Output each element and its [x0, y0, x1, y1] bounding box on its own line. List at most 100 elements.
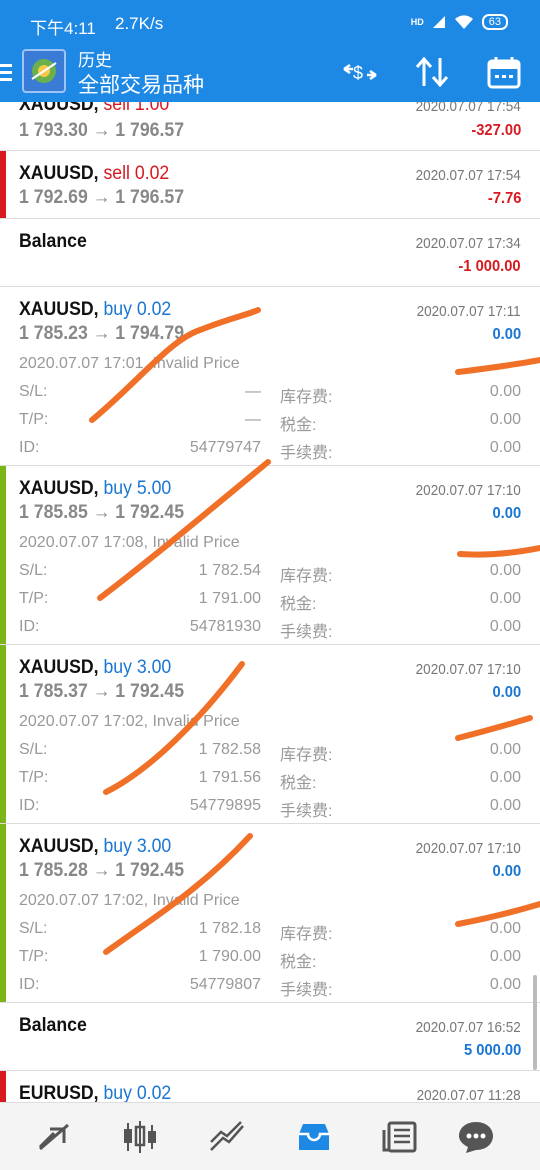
list-item[interactable]: XAUUSD, sell 0.02 1 792.69 → 1 796.57 20… — [0, 151, 540, 219]
profit: 0.00 — [492, 505, 521, 522]
list-item[interactable]: Balance 2020.07.07 17:34 -1 000.00 — [0, 219, 540, 287]
history-icon[interactable] — [294, 1119, 334, 1155]
quotes-icon[interactable] — [120, 1119, 160, 1155]
symbol: EURUSD, — [19, 1083, 99, 1102]
tax-value: 0.00 — [489, 769, 521, 786]
symbol: XAUUSD, — [19, 163, 99, 184]
tax-label: 税金: — [280, 954, 317, 971]
status-bar-indicator — [0, 151, 6, 218]
tp-label: T/P: — [19, 948, 49, 965]
symbol-filter[interactable]: 全部交易品种 — [78, 69, 204, 99]
id-value: 54781930 — [189, 618, 261, 635]
profit: -7.76 — [487, 190, 521, 207]
symbol: Balance — [19, 231, 87, 252]
profit: 0.00 — [492, 684, 521, 701]
prices: 1 785.85 → 1 792.45 — [19, 502, 185, 523]
symbol: XAUUSD, — [19, 478, 99, 499]
swap-value: 0.00 — [489, 741, 521, 758]
currency-exchange-icon[interactable]: $ — [340, 54, 380, 90]
list-item[interactable]: XAUUSD, sell 1.00 1 793.30 → 1 796.57 20… — [0, 102, 540, 151]
news-icon[interactable] — [380, 1119, 420, 1155]
datetime: 2020.07.07 17:10 — [415, 840, 521, 857]
prices: 1 785.28 → 1 792.45 — [19, 860, 185, 881]
fee-value: 0.00 — [489, 618, 521, 635]
trade-icon[interactable] — [34, 1119, 74, 1155]
tp-value: 1 790.00 — [198, 948, 261, 965]
sl-label: S/L: — [19, 741, 48, 758]
status-bar-indicator — [0, 1071, 6, 1102]
id-label: ID: — [19, 976, 40, 993]
profit: -1 000.00 — [458, 258, 521, 275]
datetime: 2020.07.07 17:11 — [416, 303, 521, 320]
order-comment: 2020.07.07 17:01, Invalid Price — [19, 355, 240, 372]
swap-label: 库存费: — [280, 747, 333, 764]
datetime: 2020.07.07 17:10 — [415, 482, 521, 499]
scrollbar[interactable] — [533, 975, 537, 1070]
tp-value: — — [245, 411, 261, 428]
profit: -327.00 — [471, 122, 521, 139]
list-item[interactable]: XAUUSD, buy 3.00 1 785.28 → 1 792.45 202… — [0, 824, 540, 1003]
order-comment: 2020.07.07 17:02, Invalid Price — [19, 892, 240, 909]
sl-value: 1 782.58 — [198, 741, 261, 758]
list-item[interactable]: XAUUSD, buy 3.00 1 785.37 → 1 792.45 202… — [0, 645, 540, 824]
hd-icon: HD — [410, 17, 424, 27]
svg-text:$: $ — [353, 63, 363, 83]
sl-label: S/L: — [19, 920, 48, 937]
tp-value: 1 791.00 — [198, 590, 261, 607]
fee-value: 0.00 — [489, 439, 521, 456]
list-item[interactable]: EURUSD, buy 0.02 2020.07.07 11:28 — [0, 1071, 540, 1102]
sl-label: S/L: — [19, 383, 48, 400]
datetime: 2020.07.07 11:28 — [416, 1087, 521, 1102]
history-list[interactable]: XAUUSD, sell 1.00 1 793.30 → 1 796.57 20… — [0, 102, 540, 1102]
battery-icon: 63 — [481, 14, 508, 30]
direction: buy 3.00 — [103, 657, 172, 678]
list-item[interactable]: XAUUSD, buy 5.00 1 785.85 → 1 792.45 202… — [0, 466, 540, 645]
profit: 0.00 — [492, 326, 521, 343]
profit: 5 000.00 — [463, 1042, 521, 1059]
tp-label: T/P: — [19, 590, 49, 607]
id-label: ID: — [19, 797, 40, 814]
symbol: XAUUSD, — [19, 657, 99, 678]
tp-label: T/P: — [19, 769, 49, 786]
tax-value: 0.00 — [489, 590, 521, 607]
symbol: XAUUSD, — [19, 102, 99, 115]
fee-label: 手续费: — [280, 624, 333, 641]
tax-value: 0.00 — [489, 948, 521, 965]
datetime: 2020.07.07 17:54 — [415, 102, 521, 115]
profit: 0.00 — [492, 863, 521, 880]
direction: buy 5.00 — [103, 478, 172, 499]
id-value: 54779747 — [189, 439, 261, 456]
tp-value: 1 791.56 — [198, 769, 261, 786]
tax-value: 0.00 — [489, 411, 521, 428]
status-bar-indicator — [0, 824, 6, 1002]
id-label: ID: — [19, 439, 40, 456]
prices: 1 785.37 → 1 792.45 — [19, 681, 185, 702]
calendar-icon[interactable] — [484, 54, 524, 90]
list-item[interactable]: Balance 2020.07.07 16:52 5 000.00 — [0, 1003, 540, 1071]
swap-value: 0.00 — [489, 920, 521, 937]
symbol: Balance — [19, 1015, 87, 1036]
sort-icon[interactable] — [412, 54, 452, 90]
chat-icon[interactable] — [456, 1119, 496, 1155]
sl-value: 1 782.54 — [198, 562, 261, 579]
status-bar-indicator — [0, 466, 6, 644]
swap-label: 库存费: — [280, 389, 333, 406]
app-logo[interactable] — [22, 49, 66, 93]
chart-icon[interactable] — [207, 1119, 247, 1155]
status-bar: 下午4:11 2.7K/s HD 63 — [0, 0, 540, 50]
sl-value: 1 782.18 — [198, 920, 261, 937]
prices: 1 793.30 → 1 796.57 — [19, 120, 185, 141]
direction: buy 0.02 — [103, 1083, 172, 1102]
menu-icon[interactable] — [0, 64, 14, 84]
tax-label: 税金: — [280, 417, 317, 434]
datetime: 2020.07.07 17:34 — [415, 235, 521, 252]
tax-label: 税金: — [280, 775, 317, 792]
sl-value: — — [245, 383, 261, 400]
fee-value: 0.00 — [489, 976, 521, 993]
tax-label: 税金: — [280, 596, 317, 613]
order-comment: 2020.07.07 17:02, Invalid Price — [19, 713, 240, 730]
swap-value: 0.00 — [489, 383, 521, 400]
list-item[interactable]: XAUUSD, buy 0.02 1 785.23 → 1 794.79 202… — [0, 287, 540, 466]
fee-value: 0.00 — [489, 797, 521, 814]
direction: buy 3.00 — [103, 836, 172, 857]
